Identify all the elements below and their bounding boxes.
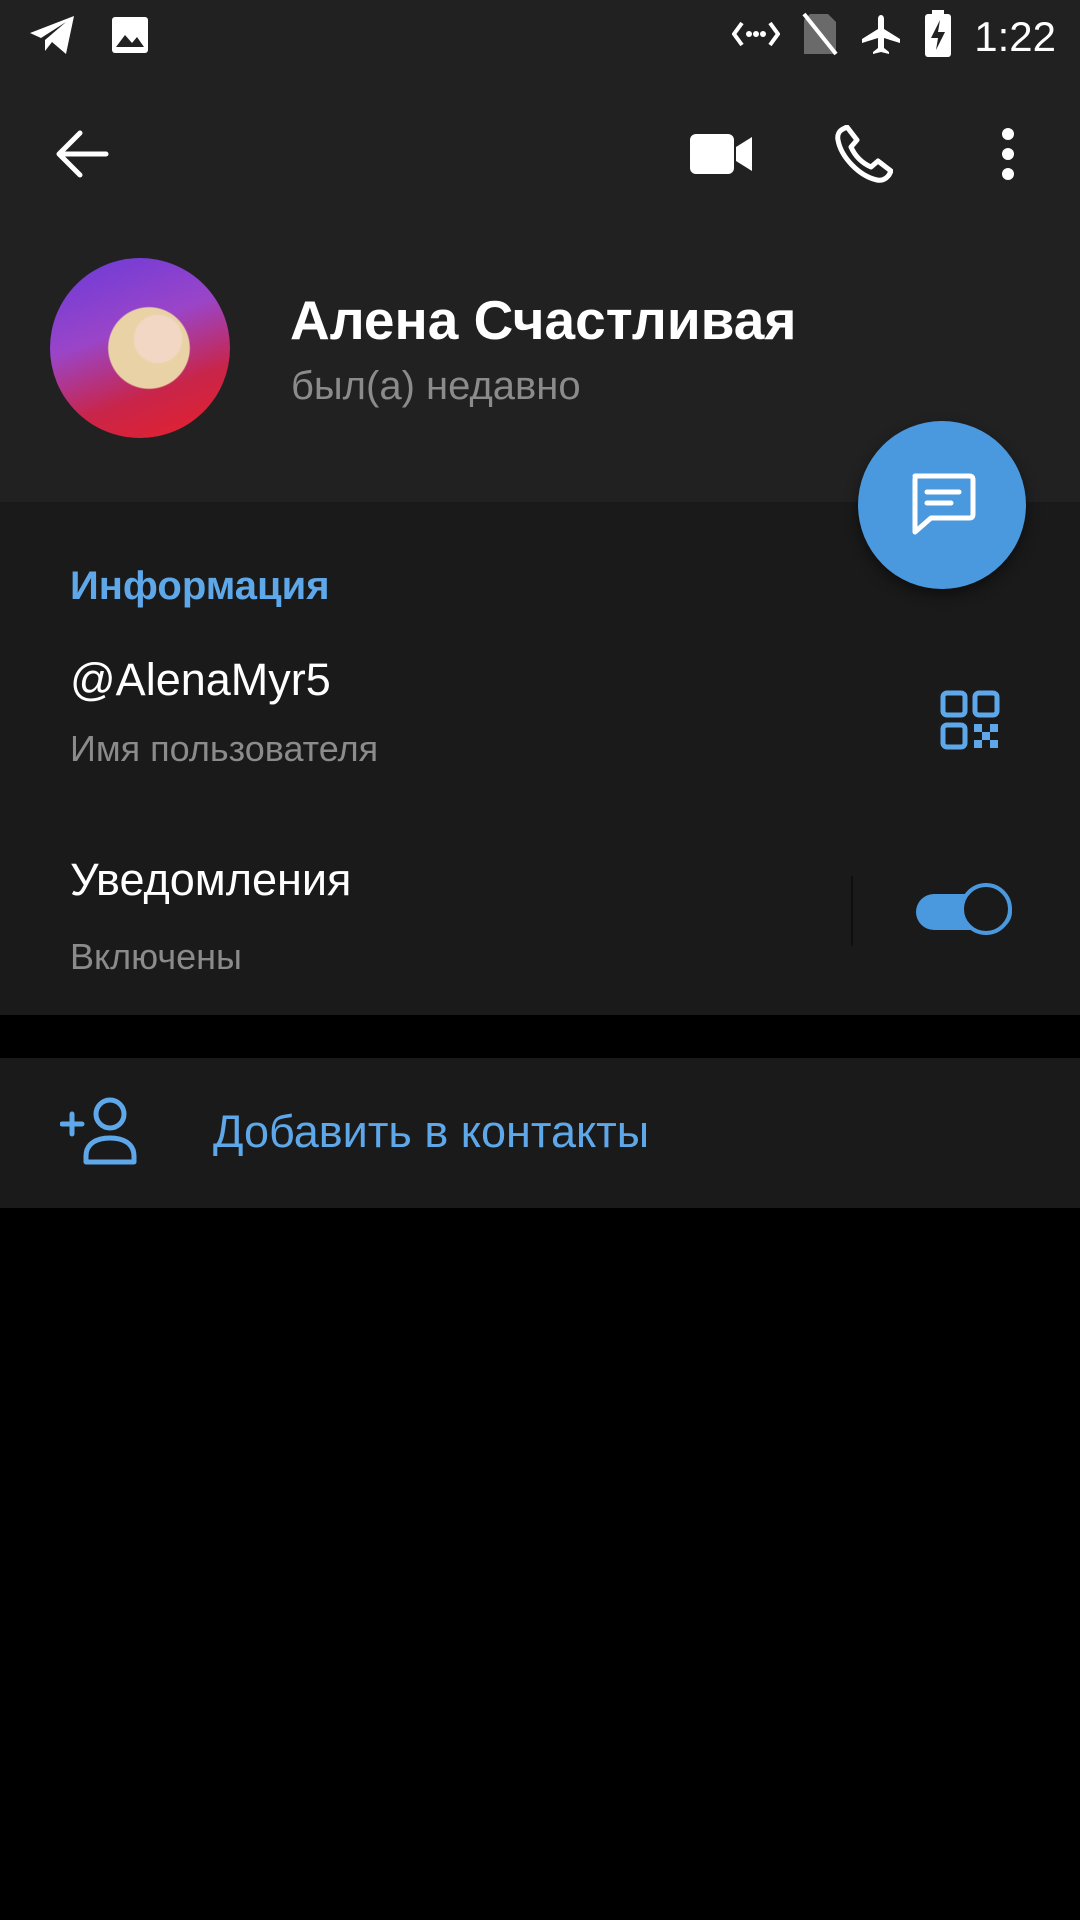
- back-button[interactable]: [42, 114, 122, 194]
- app-bar: [0, 74, 1080, 236]
- image-icon: [110, 15, 150, 60]
- avatar[interactable]: [50, 258, 230, 438]
- profile-name: Алена Счастливая: [290, 289, 797, 351]
- telegram-icon: [28, 14, 76, 61]
- add-contact-label: Добавить в контакты: [213, 1106, 650, 1157]
- qr-code-button[interactable]: [930, 680, 1010, 760]
- phone-call-icon: [835, 125, 893, 183]
- username-value[interactable]: @AlenaMyr5: [70, 654, 331, 706]
- empty-area: [0, 1208, 1080, 1920]
- back-arrow-icon: [56, 130, 109, 178]
- section-title: Информация: [70, 564, 330, 608]
- add-person-icon: [60, 1097, 137, 1165]
- battery-charging-icon: [924, 10, 952, 63]
- last-seen-status: был(а) недавно: [291, 364, 581, 408]
- clock: 1:22: [974, 12, 1056, 60]
- video-call-icon: [690, 134, 752, 174]
- notifications-toggle[interactable]: [916, 882, 1016, 942]
- username-label: Имя пользователя: [70, 728, 379, 769]
- message-icon: [912, 473, 976, 535]
- data-transfer-icon: [731, 19, 781, 54]
- video-call-button[interactable]: [681, 114, 761, 194]
- qr-code-icon: [940, 690, 1000, 750]
- notifications-title[interactable]: Уведомления: [70, 854, 351, 906]
- more-options-button[interactable]: [968, 114, 1048, 194]
- toggle-knob: [960, 883, 1012, 935]
- send-message-button[interactable]: [858, 421, 1026, 589]
- notifications-status: Включены: [70, 936, 242, 977]
- no-sim-icon: [802, 12, 838, 61]
- section-gap: [0, 1015, 1080, 1058]
- more-vert-icon: [1002, 128, 1014, 180]
- phone-call-button[interactable]: [824, 114, 904, 194]
- status-bar: 1:22: [0, 0, 1080, 74]
- airplane-mode-icon: [860, 13, 902, 60]
- add-contact-row[interactable]: Добавить в контакты: [0, 1058, 1080, 1208]
- divider: [851, 876, 853, 946]
